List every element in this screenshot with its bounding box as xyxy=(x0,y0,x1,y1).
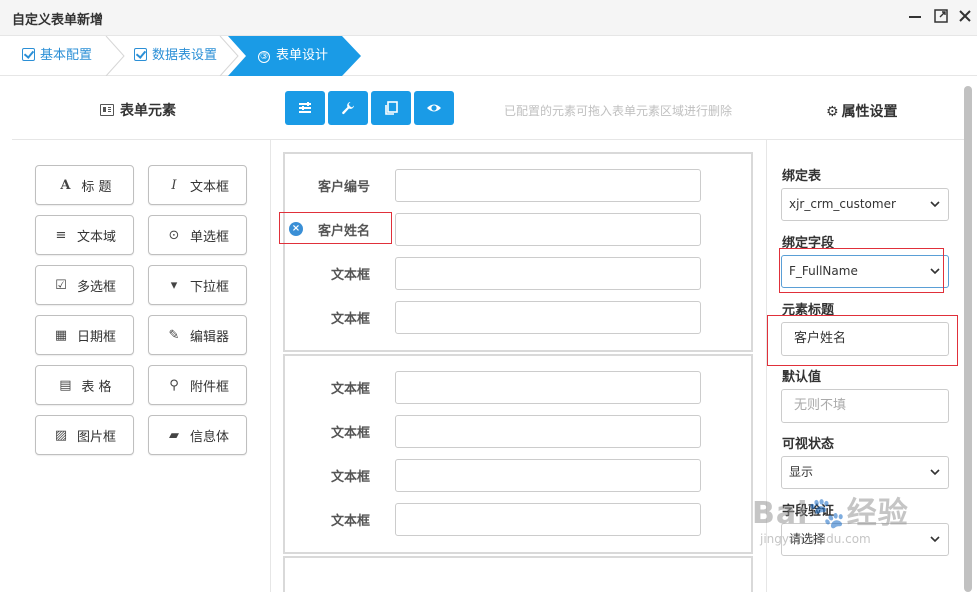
edit-icon: ✎ xyxy=(168,327,180,343)
step-table-settings[interactable]: 数据表设置 xyxy=(134,36,217,76)
form-icon xyxy=(100,104,114,116)
radio-icon: ⊙ xyxy=(168,227,180,243)
dropdown-icon: ▾ xyxy=(170,277,178,293)
field-input[interactable] xyxy=(395,213,701,246)
drag-delete-hint: 已配置的元素可拖入表单元素区域进行删除 xyxy=(504,104,733,118)
element-title-button[interactable]: A标 题 xyxy=(35,165,134,205)
eye-icon xyxy=(427,104,441,112)
form-section[interactable] xyxy=(283,556,753,592)
element-checkbox-button[interactable]: ☑ 多选框 xyxy=(35,265,134,305)
highlight-box xyxy=(767,315,958,366)
step-form-design[interactable]: ③ 表单设计 xyxy=(228,36,362,76)
field-input[interactable] xyxy=(395,415,701,448)
textarea-icon: ≡ xyxy=(55,227,67,243)
gear-icon: ⚙ xyxy=(826,104,839,120)
field-label: 文本框 xyxy=(330,470,370,485)
visible-state-label: 可视状态 xyxy=(782,437,835,452)
element-attachment-button[interactable]: ⚲ 附件框 xyxy=(148,365,247,405)
field-input[interactable] xyxy=(395,459,701,492)
element-dropdown-button[interactable]: ▾ 下拉框 xyxy=(148,265,247,305)
book-icon: ▰ xyxy=(168,427,179,443)
default-value-label: 默认值 xyxy=(782,370,822,385)
default-value-input[interactable]: 无则不填 xyxy=(781,389,949,423)
window-title: 自定义表单新增 xyxy=(12,13,104,28)
window-titlebar: 自定义表单新增 xyxy=(0,0,977,36)
element-textbox-button[interactable]: I 文本框 xyxy=(148,165,247,205)
highlight-box xyxy=(779,248,944,293)
checkbox-icon: ☑ xyxy=(55,277,67,293)
list-icon xyxy=(299,102,311,113)
step-basic-config[interactable]: 基本配置 xyxy=(22,36,92,76)
bind-table-label: 绑定表 xyxy=(782,169,822,184)
divider xyxy=(12,139,966,140)
element-textarea-button[interactable]: ≡ 文本域 xyxy=(35,215,134,255)
wrench-icon xyxy=(342,102,354,115)
bind-table-select[interactable]: xjr_crm_customer xyxy=(781,188,949,221)
field-label: 文本框 xyxy=(330,514,370,529)
title-icon: A xyxy=(60,177,71,193)
field-label: 客户姓名 xyxy=(317,224,370,239)
element-table-button[interactable]: ▤ 表 格 xyxy=(35,365,134,405)
element-radio-button[interactable]: ⊙ 单选框 xyxy=(148,215,247,255)
copy-icon xyxy=(385,101,398,115)
scrollbar[interactable] xyxy=(964,86,972,592)
minimize-icon[interactable] xyxy=(907,8,923,24)
list-button[interactable] xyxy=(285,91,325,125)
field-label: 文本框 xyxy=(330,382,370,397)
field-input[interactable] xyxy=(395,169,701,202)
maximize-icon[interactable] xyxy=(933,8,949,24)
field-label: 文本框 xyxy=(330,426,370,441)
field-input[interactable] xyxy=(395,301,701,334)
field-input[interactable] xyxy=(395,503,701,536)
settings-button[interactable] xyxy=(328,91,368,125)
copy-button[interactable] xyxy=(371,91,411,125)
field-input[interactable] xyxy=(395,257,701,290)
watermark: Bai🐾经验 jingyan.baidu.com xyxy=(752,496,909,546)
element-image-button[interactable]: ▨ 图片框 xyxy=(35,415,134,455)
element-editor-button[interactable]: ✎ 编辑器 xyxy=(148,315,247,355)
visible-state-select[interactable]: 显示 xyxy=(781,456,949,489)
calendar-icon: ▦ xyxy=(54,327,68,343)
chevron-down-icon xyxy=(930,469,940,476)
step-number-icon: ③ xyxy=(258,51,270,63)
chevron-down-icon xyxy=(930,201,940,208)
checkbox-checked-icon xyxy=(134,48,147,61)
table-icon: ▤ xyxy=(59,377,72,393)
step-label: 表单设计 xyxy=(276,48,329,63)
step-label: 基本配置 xyxy=(40,48,93,63)
paperclip-icon: ⚲ xyxy=(169,377,179,393)
divider xyxy=(270,140,271,592)
textbox-icon: I xyxy=(171,177,177,193)
step-separator-icon xyxy=(105,36,125,76)
step-label: 数据表设置 xyxy=(152,48,218,63)
field-input[interactable] xyxy=(395,371,701,404)
close-icon[interactable] xyxy=(957,8,973,24)
wizard-steps: 基本配置 数据表设置 xyxy=(0,36,977,76)
preview-button[interactable] xyxy=(414,91,454,125)
checkbox-checked-icon xyxy=(22,48,35,61)
field-label: 文本框 xyxy=(330,312,370,327)
field-label: 文本框 xyxy=(330,268,370,283)
field-label: 客户编号 xyxy=(317,180,370,195)
properties-panel-title: ⚙ 属性设置 xyxy=(826,104,898,120)
chevron-down-icon xyxy=(930,536,940,543)
elements-panel-title: 表单元素 xyxy=(100,100,176,120)
element-date-button[interactable]: ▦ 日期框 xyxy=(35,315,134,355)
image-icon: ▨ xyxy=(54,427,68,443)
element-info-button[interactable]: ▰ 信息体 xyxy=(148,415,247,455)
